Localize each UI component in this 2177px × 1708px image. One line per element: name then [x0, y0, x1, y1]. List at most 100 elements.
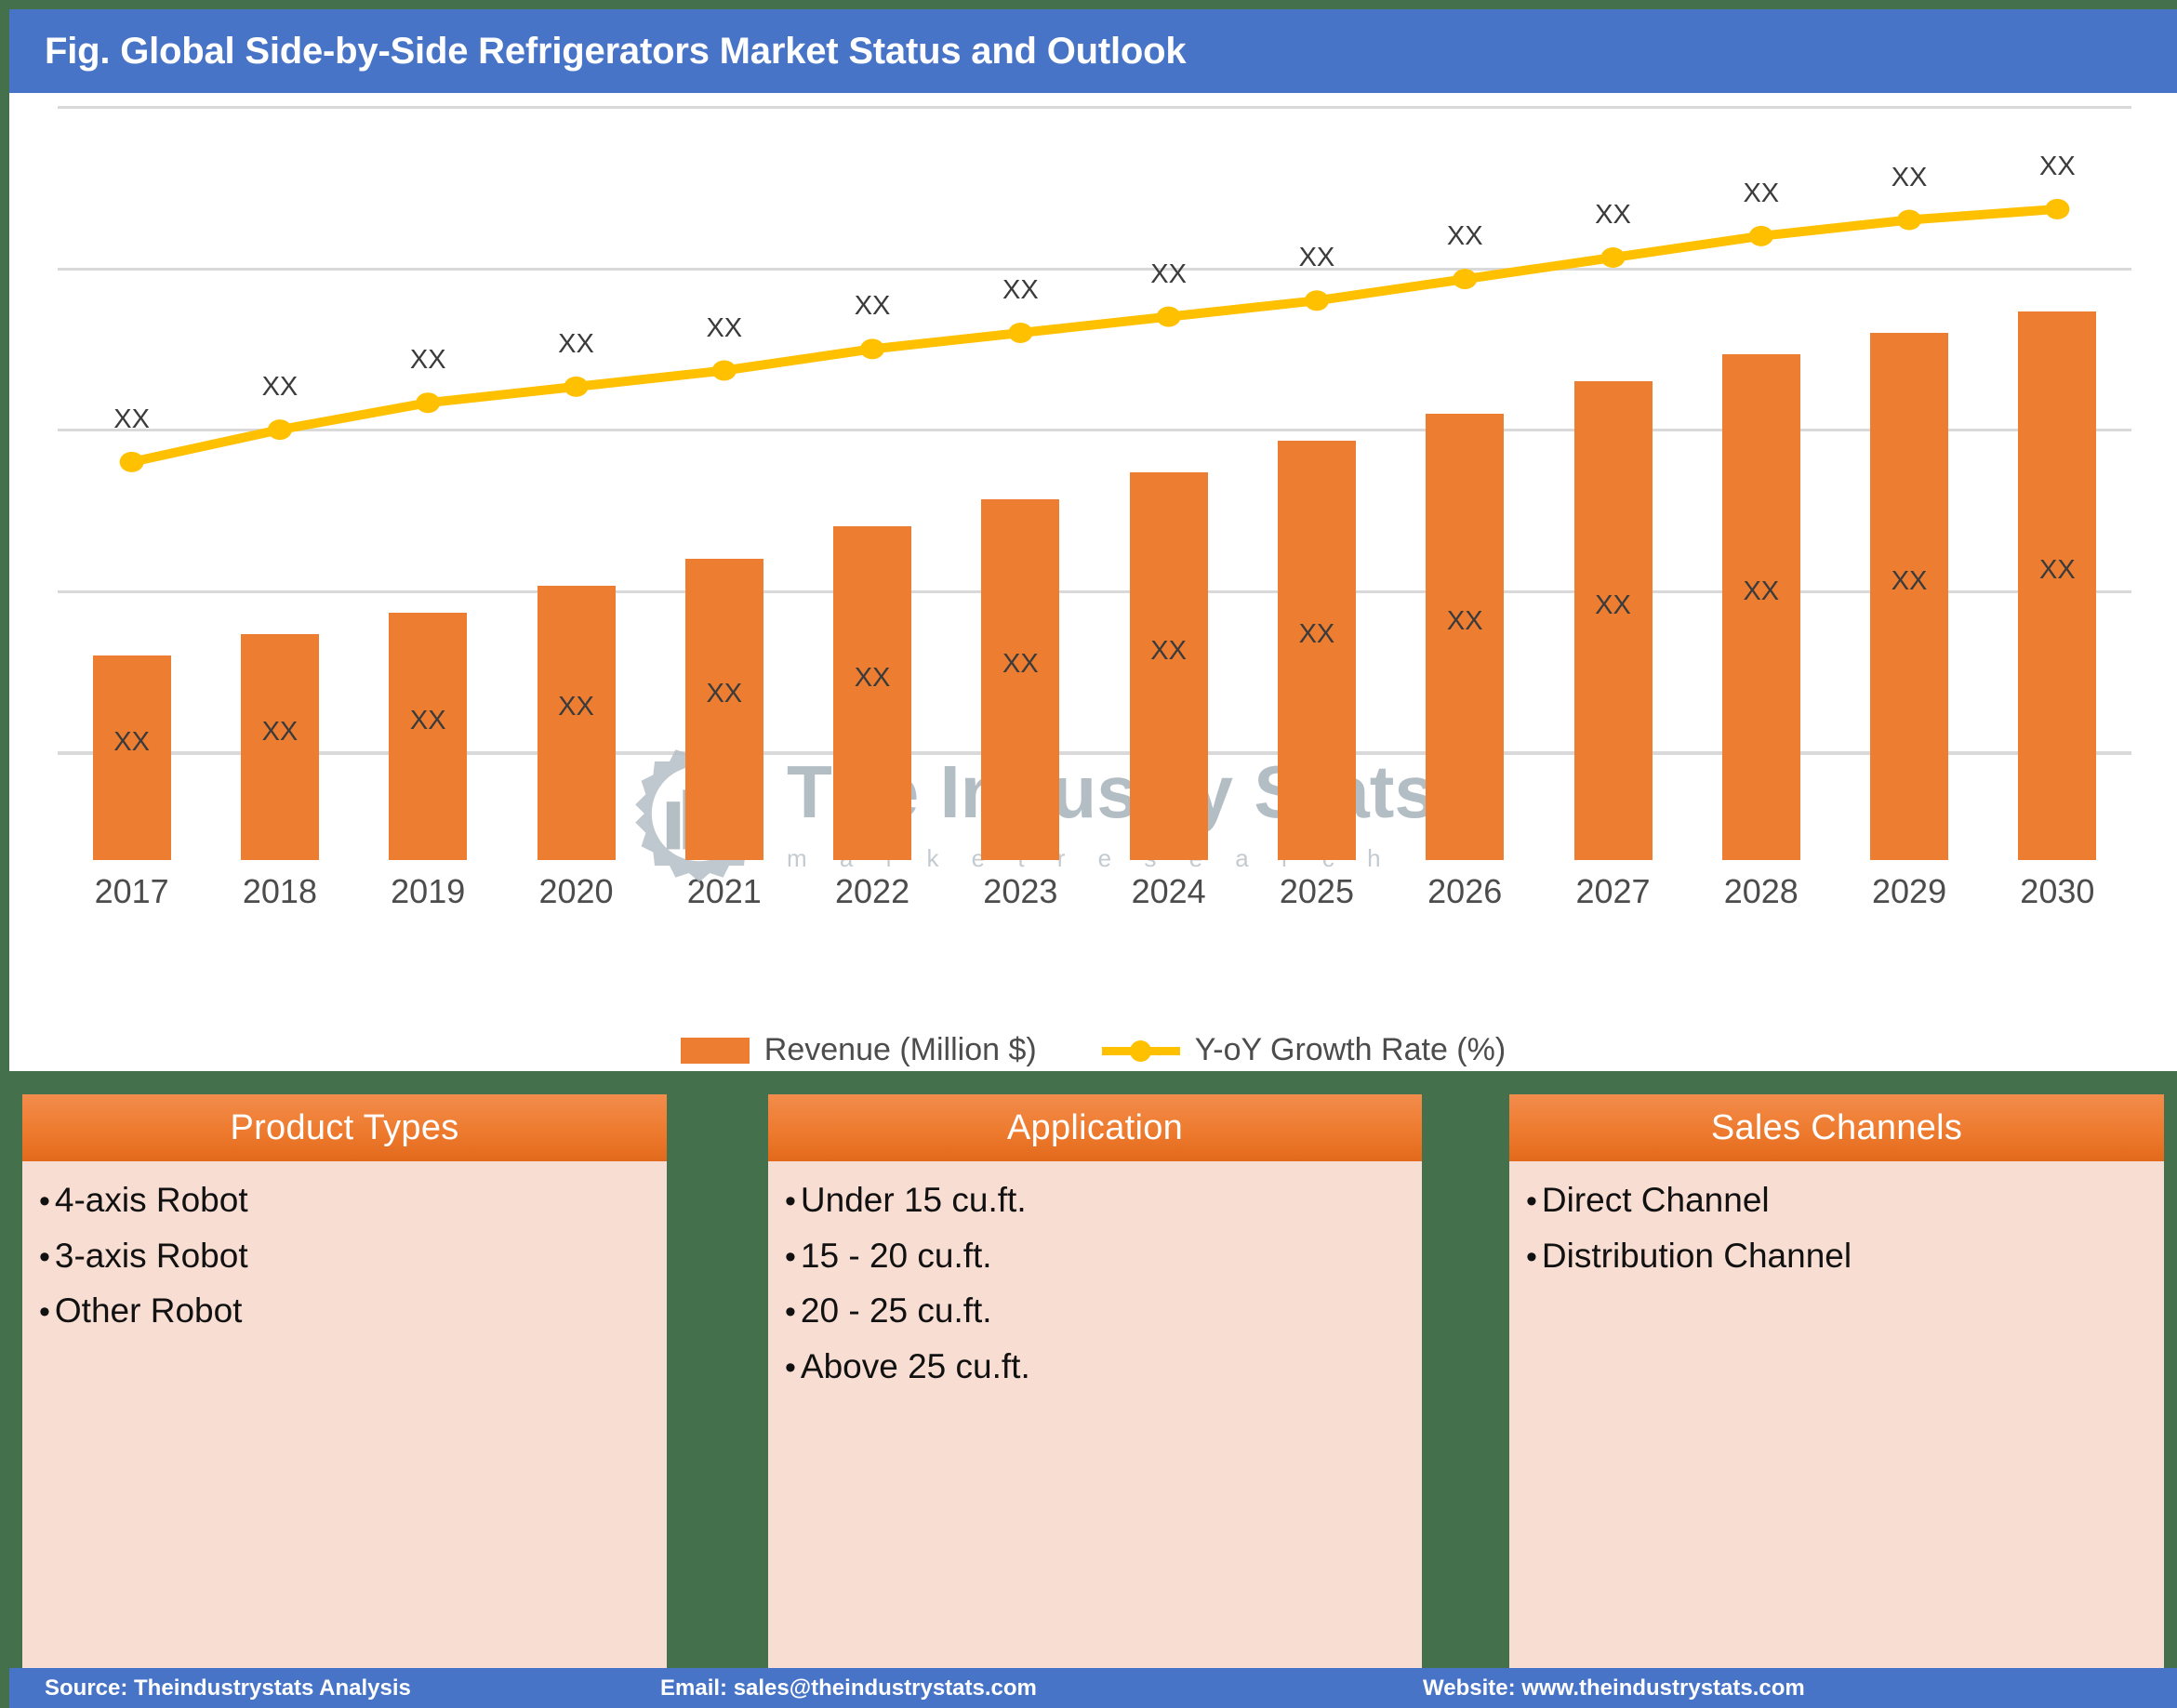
footer-email[interactable]: Email: sales@theindustrystats.com: [660, 1675, 1037, 1701]
x-axis-tick-2023: 2023: [983, 872, 1058, 910]
x-axis-tick-2025: 2025: [1279, 872, 1354, 910]
panel-title-application: Application: [1006, 1107, 1184, 1147]
line-data-label: XX: [1002, 275, 1039, 305]
bullet-icon: •: [1526, 1238, 1537, 1275]
panel-title-product-types: Product Types: [230, 1107, 459, 1147]
line-data-label: XX: [261, 372, 299, 403]
panel-product-types: Product Types • 4-axis Robot • 3-axis Robot…: [22, 1094, 667, 1668]
bullet-icon: •: [785, 1349, 796, 1385]
bullet-icon: •: [39, 1184, 50, 1219]
line-data-label: XX: [1150, 258, 1187, 289]
panel-body-application: • Under 15 cu.ft. • 15 - 20 cu.ft. • 20 - 25 …: [768, 1161, 1422, 1403]
line-point-marker: [1897, 209, 1922, 231]
legend-line-marker-icon: [1101, 1039, 1180, 1063]
line-data-label: XX: [1298, 243, 1335, 273]
page-title: Fig. Global Side-by-Side Refrigerators M…: [45, 30, 1187, 72]
bullet-icon: •: [1526, 1184, 1537, 1219]
line-point-marker: [267, 419, 292, 441]
line-point-marker: [1304, 290, 1329, 311]
line-point-marker: [860, 338, 885, 360]
footer-bar: Source: Theindustrystats Analysis Email:…: [9, 1668, 2177, 1708]
line-data-label: XX: [1891, 162, 1928, 192]
chart-card: The Industry Stats m a r k e t r e s e a…: [9, 93, 2177, 1071]
panel-title-sales-channels: Sales Channels: [1710, 1107, 1963, 1147]
line-point-marker: [1748, 225, 1773, 246]
bullet-icon: •: [39, 1238, 50, 1275]
x-axis-tick-2020: 2020: [538, 872, 614, 910]
list-item: • 3-axis Robot: [39, 1236, 667, 1275]
line-data-label: XX: [2039, 151, 2076, 181]
category-panels: Product Types • 4-axis Robot • 3-axis Robot…: [9, 1076, 2177, 1668]
bullet-icon: •: [785, 1238, 796, 1275]
legend-bar-swatch-icon: [680, 1037, 750, 1064]
line-point-marker: [1600, 247, 1626, 268]
line-point-marker: [1156, 306, 1181, 327]
panel-sales-channels: Sales Channels • Direct Channel • Distribut…: [1509, 1094, 2164, 1668]
line-data-label: XX: [706, 312, 743, 343]
x-axis-tick-2019: 2019: [391, 872, 466, 910]
x-axis-tick-2021: 2021: [686, 872, 762, 910]
chart-legend: Revenue (Million $) Y-oY Growth Rate (%): [9, 1032, 2177, 1068]
x-axis-tick-2030: 2030: [2020, 872, 2095, 910]
footer-website[interactable]: Website: www.theindustrystats.com: [1423, 1675, 1805, 1701]
list-item: • Distribution Channel: [1526, 1236, 2164, 1275]
x-axis-tick-2026: 2026: [1427, 872, 1503, 910]
legend-label-revenue: Revenue (Million $): [763, 1032, 1037, 1067]
bullet-icon: •: [785, 1294, 796, 1331]
list-item-label: Distribution Channel: [1541, 1236, 1852, 1275]
line-data-label: XX: [409, 345, 446, 376]
list-item-label: 4-axis Robot: [54, 1181, 248, 1219]
poster-root: Fig. Global Side-by-Side Refrigerators M…: [0, 0, 2177, 1708]
list-item: • 4-axis Robot: [39, 1182, 667, 1219]
line-data-label: XX: [1743, 178, 1780, 208]
list-item-label: 15 - 20 cu.ft.: [800, 1236, 992, 1275]
list-item: • Other Robot: [39, 1292, 667, 1330]
line-series: [119, 198, 2070, 472]
x-axis-tick-2024: 2024: [1131, 872, 1206, 910]
x-axis-tick-2018: 2018: [242, 872, 317, 910]
line-point-marker: [119, 451, 144, 472]
panel-header-sales-channels: Sales Channels: [1509, 1094, 2164, 1161]
line-data-label: XX: [113, 404, 150, 434]
chart-plot-area: The Industry Stats m a r k e t r e s e a…: [58, 106, 2131, 882]
list-item-label: Under 15 cu.ft.: [800, 1181, 1027, 1219]
x-axis-labels: 2017 2018 2019 2020 2021 2022 2023 2024 2025 2026…: [58, 872, 2131, 928]
list-item: • 15 - 20 cu.ft.: [785, 1236, 1422, 1275]
panel-header-application: Application: [768, 1094, 1422, 1161]
panel-header-product-types: Product Types: [22, 1094, 667, 1161]
x-axis-tick-2028: 2028: [1723, 872, 1799, 910]
list-item: • 20 - 25 cu.ft.: [785, 1292, 1422, 1330]
list-item-label: 3-axis Robot: [54, 1236, 248, 1275]
bullet-icon: •: [785, 1184, 796, 1219]
line-data-label: XX: [1595, 200, 1631, 230]
list-item-label: Direct Channel: [1541, 1181, 1770, 1219]
x-axis-tick-2022: 2022: [835, 872, 910, 910]
panel-body-sales-channels: • Direct Channel • Distribution Channel: [1509, 1161, 2164, 1292]
line-point-marker: [2045, 198, 2070, 219]
list-item-label: Other Robot: [54, 1291, 243, 1331]
legend-item-growth-rate: Y-oY Growth Rate (%): [1101, 1032, 1507, 1068]
panel-body-product-types: • 4-axis Robot • 3-axis Robot • Other Robot: [22, 1161, 667, 1348]
legend-item-revenue: Revenue (Million $): [680, 1032, 1037, 1068]
line-point-marker: [1008, 323, 1033, 343]
line-point-marker: [564, 376, 589, 397]
line-data-label: XX: [558, 328, 594, 359]
bullet-icon: •: [39, 1294, 50, 1331]
line-data-label: XX: [1446, 221, 1483, 252]
line-data-label: XX: [854, 291, 891, 322]
legend-label-growth-rate: Y-oY Growth Rate (%): [1194, 1032, 1507, 1067]
line-point-marker: [416, 392, 441, 414]
list-item-label: Above 25 cu.ft.: [800, 1346, 1030, 1385]
growth-rate-line: [126, 204, 2063, 467]
x-axis-tick-2029: 2029: [1872, 872, 1947, 910]
line-point-marker: [711, 360, 737, 381]
title-bar: Fig. Global Side-by-Side Refrigerators M…: [9, 9, 2177, 93]
list-item: • Direct Channel: [1526, 1182, 2164, 1219]
panel-application: Application • Under 15 cu.ft. • 15 - 20 cu.…: [768, 1094, 1422, 1668]
line-point-marker: [1453, 269, 1478, 290]
list-item: • Under 15 cu.ft.: [785, 1182, 1422, 1219]
list-item: • Above 25 cu.ft.: [785, 1348, 1422, 1385]
x-axis-tick-2017: 2017: [94, 872, 169, 910]
x-axis-tick-2027: 2027: [1575, 872, 1651, 910]
list-item-label: 20 - 25 cu.ft.: [800, 1291, 992, 1331]
